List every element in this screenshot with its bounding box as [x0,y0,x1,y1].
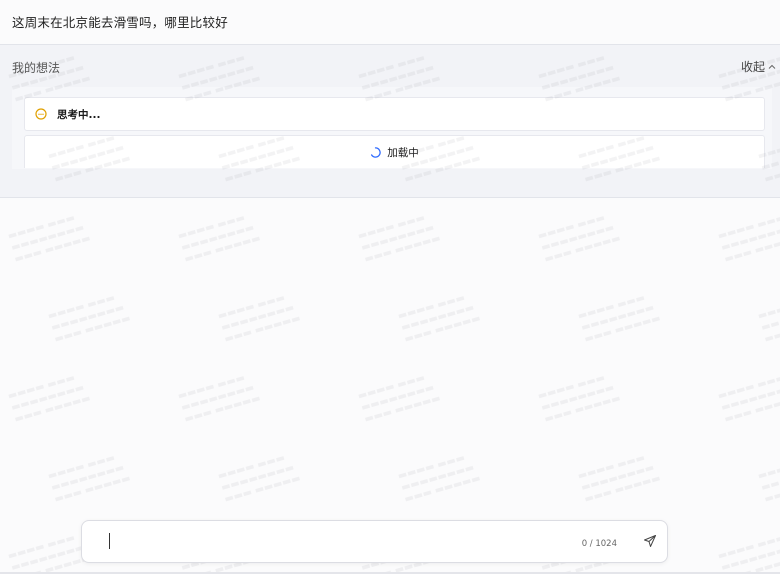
user-question: 这周末在北京能去滑雪吗，哪里比较好 [12,15,228,30]
chat-page: 这周末在北京能去滑雪吗，哪里比较好 我的想法 收起 思考中... 加载中 ▬▬▬… [0,0,780,574]
watermark-mark: ▬▬▬▬ ▬▬▬▬▬▬▬▬▬▬▬▬▬▬ ▬▬▬▬▬ [216,292,302,346]
collapse-button[interactable]: 收起 [741,58,776,75]
watermark-mark: ▬▬▬▬ ▬▬▬▬▬▬▬▬▬▬▬▬▬▬ ▬▬▬▬▬ [176,372,262,426]
spinner-icon [371,146,381,158]
watermark-mark: ▬▬▬▬ ▬▬▬▬▬▬▬▬▬▬▬▬▬▬ ▬▬▬▬▬ [6,372,92,426]
watermark-mark: ▬▬▬▬ ▬▬▬▬▬▬▬▬▬▬▬▬▬▬ ▬▬▬▬▬ [716,372,780,426]
thinking-status: 思考中... [57,108,101,121]
thinking-card: 思考中... [24,97,765,131]
watermark-mark: ▬▬▬▬ ▬▬▬▬▬▬▬▬▬▬▬▬▬▬ ▬▬▬▬▬ [576,292,662,346]
watermark-mark: ▬▬▬▬ ▬▬▬▬▬▬▬▬▬▬▬▬▬▬ ▬▬▬▬▬ [756,452,780,506]
loading-label: 加载中 [387,146,419,159]
watermark-mark: ▬▬▬▬ ▬▬▬▬▬▬▬▬▬▬▬▬▬▬ ▬▬▬▬▬ [396,292,482,346]
message-input[interactable]: 0 / 1024 [81,520,668,563]
text-caret [109,533,110,549]
thinking-dots-icon [35,108,47,120]
watermark-mark: ▬▬▬▬ ▬▬▬▬▬▬▬▬▬▬▬▬▬▬ ▬▬▬▬▬ [6,532,92,574]
watermark-mark: ▬▬▬▬ ▬▬▬▬▬▬▬▬▬▬▬▬▬▬ ▬▬▬▬▬ [716,212,780,266]
watermark-mark: ▬▬▬▬ ▬▬▬▬▬▬▬▬▬▬▬▬▬▬ ▬▬▬▬▬ [396,452,482,506]
thoughts-panel: 我的想法 收起 思考中... 加载中 [0,44,780,198]
watermark-mark: ▬▬▬▬ ▬▬▬▬▬▬▬▬▬▬▬▬▬▬ ▬▬▬▬▬ [6,212,92,266]
watermark-mark: ▬▬▬▬ ▬▬▬▬▬▬▬▬▬▬▬▬▬▬ ▬▬▬▬▬ [756,292,780,346]
thoughts-title: 我的想法 [12,61,61,75]
watermark-mark: ▬▬▬▬ ▬▬▬▬▬▬▬▬▬▬▬▬▬▬ ▬▬▬▬▬ [216,452,302,506]
watermark-mark: ▬▬▬▬ ▬▬▬▬▬▬▬▬▬▬▬▬▬▬ ▬▬▬▬▬ [576,452,662,506]
watermark-mark: ▬▬▬▬ ▬▬▬▬▬▬▬▬▬▬▬▬▬▬ ▬▬▬▬▬ [46,292,132,346]
collapse-label: 收起 [740,60,765,74]
watermark-mark: ▬▬▬▬ ▬▬▬▬▬▬▬▬▬▬▬▬▬▬ ▬▬▬▬▬ [536,212,622,266]
watermark-mark: ▬▬▬▬ ▬▬▬▬▬▬▬▬▬▬▬▬▬▬ ▬▬▬▬▬ [356,372,442,426]
watermark-mark: ▬▬▬▬ ▬▬▬▬▬▬▬▬▬▬▬▬▬▬ ▬▬▬▬▬ [536,372,622,426]
watermark-mark: ▬▬▬▬ ▬▬▬▬▬▬▬▬▬▬▬▬▬▬ ▬▬▬▬▬ [176,212,262,266]
char-counter: 0 / 1024 [581,539,617,549]
watermark-mark: ▬▬▬▬ ▬▬▬▬▬▬▬▬▬▬▬▬▬▬ ▬▬▬▬▬ [356,212,442,266]
watermark-mark: ▬▬▬▬ ▬▬▬▬▬▬▬▬▬▬▬▬▬▬ ▬▬▬▬▬ [716,532,780,574]
loading-card: 加载中 [24,135,765,168]
thoughts-body: 思考中... 加载中 [12,87,772,169]
chevron-up-icon [768,64,776,69]
watermark-mark: ▬▬▬▬ ▬▬▬▬▬▬▬▬▬▬▬▬▬▬ ▬▬▬▬▬ [46,452,132,506]
send-icon[interactable] [643,534,657,548]
